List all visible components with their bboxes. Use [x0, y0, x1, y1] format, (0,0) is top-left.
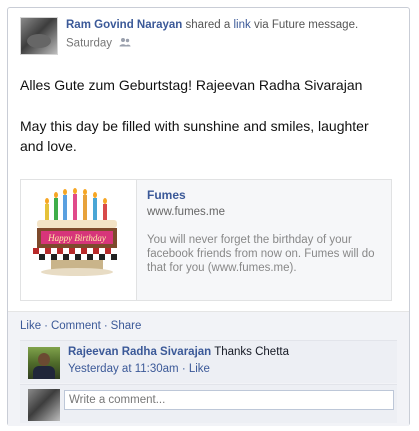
post-message-line2: May this day be filled with sunshine and… [20, 118, 369, 154]
avatar-body [33, 366, 55, 379]
share-button[interactable]: Share [111, 320, 142, 332]
author-avatar[interactable] [20, 17, 58, 55]
birthday-cake-image: Happy Birthday [33, 188, 121, 276]
comment-button[interactable]: Comment [51, 320, 101, 332]
comment-input[interactable] [64, 390, 394, 410]
separator: · [103, 320, 108, 332]
story-meta: Saturday [66, 37, 131, 50]
avatar-head [38, 353, 50, 366]
headline-verb: shared a [185, 19, 231, 31]
comment-like-button[interactable]: Like [189, 363, 210, 375]
author-name-link[interactable]: Ram Govind Narayan [66, 19, 182, 31]
comment-body: Rajeevan Radha Sivarajan Thanks Chetta [68, 346, 289, 358]
thumb-text: Happy Birthday [47, 233, 106, 243]
story-footer: Like · Comment · Share Rajeevan Radha Sivara… [8, 311, 409, 426]
action-bar: Like · Comment · Share [20, 320, 141, 332]
comment-text: Thanks Chetta [214, 346, 289, 358]
comment-author-link[interactable]: Rajeevan Radha Sivarajan [68, 346, 211, 358]
link-thumbnail[interactable]: Happy Birthday [21, 180, 137, 300]
news-feed-story: Ram Govind Narayan shared a link via Fut… [7, 7, 410, 426]
comment-item: Rajeevan Radha Sivarajan Thanks Chetta Y… [20, 340, 397, 383]
comment-meta: Yesterday at 11:30am · Like [68, 363, 210, 375]
commenter-avatar[interactable] [28, 347, 60, 379]
headline-via: via Future message. [253, 19, 359, 31]
link-description: You will never forget the birthday of yo… [147, 234, 375, 274]
shared-link-attachment[interactable]: Happy Birthday Fumes www.fumes.me You wi… [20, 179, 392, 301]
separator: · [181, 363, 186, 375]
post-message-line1: Alles Gute zum Geburtstag! Rajeevan Radh… [20, 77, 363, 93]
story-headline: Ram Govind Narayan shared a link via Fut… [66, 19, 358, 31]
link-title[interactable]: Fumes [147, 188, 186, 202]
like-button[interactable]: Like [20, 320, 41, 332]
separator: · [44, 320, 48, 332]
story-header: Ram Govind Narayan shared a link via Fut… [20, 17, 400, 61]
link-domain: www.fumes.me [147, 206, 225, 218]
comment-time[interactable]: Yesterday at 11:30am [68, 363, 179, 375]
people-icon[interactable] [119, 37, 131, 50]
comment-composer [20, 384, 397, 423]
post-time[interactable]: Saturday [66, 38, 112, 50]
viewer-avatar [28, 389, 60, 421]
link-word[interactable]: link [234, 19, 251, 31]
avatar-face [27, 34, 51, 48]
